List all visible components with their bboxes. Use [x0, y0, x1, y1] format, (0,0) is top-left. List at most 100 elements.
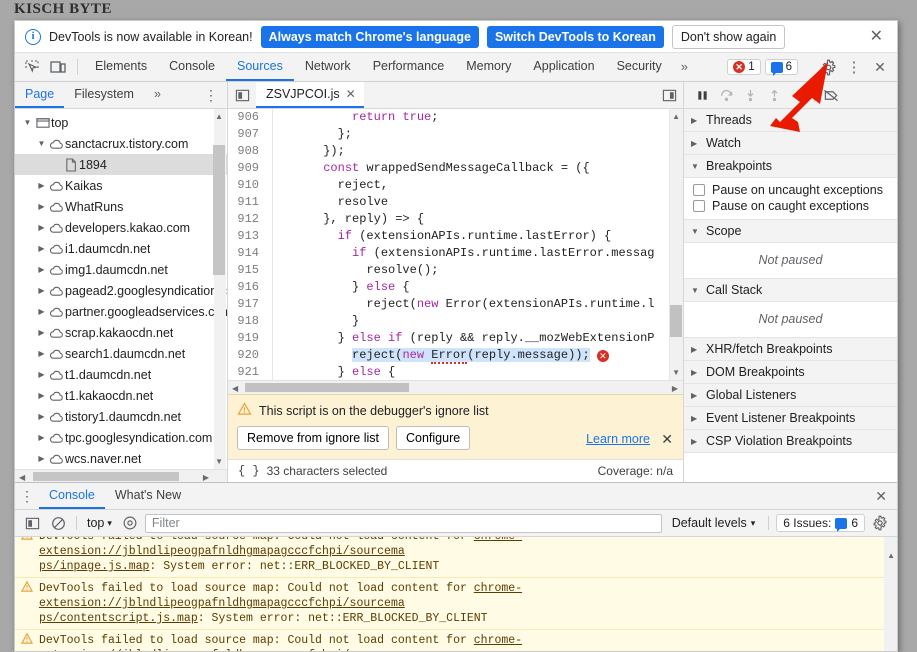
checkbox[interactable] [693, 200, 705, 212]
chevron-right-icon[interactable]: ▶ [35, 202, 48, 211]
chevron-down-icon[interactable]: ▼ [35, 139, 48, 148]
close-icon[interactable]: ✕ [864, 28, 889, 45]
editor-horizontal-scrollbar[interactable]: ◀ ▶ [228, 380, 683, 394]
breakpoint-checkbox-row[interactable]: Pause on caught exceptions [684, 198, 897, 214]
tree-item[interactable]: ▼ top [15, 112, 227, 133]
tab-security[interactable]: Security [606, 53, 673, 81]
chevron-down-icon[interactable]: ▼ [21, 118, 34, 127]
console-message[interactable]: DevTools failed to load source map: Coul… [15, 537, 897, 578]
editor-scroll-thumb[interactable] [670, 305, 682, 337]
deactivate-breakpoints-icon[interactable] [820, 84, 842, 106]
tree-item[interactable]: ▶ img1.daumcdn.net [15, 259, 227, 280]
remove-from-ignore-list-button[interactable]: Remove from ignore list [237, 426, 389, 450]
chevron-right-icon[interactable]: ▶ [35, 370, 48, 379]
tree-item[interactable]: ▶ i1.daumcdn.net [15, 238, 227, 259]
step-over-icon[interactable] [715, 84, 737, 106]
tree-item[interactable]: 1894 [15, 154, 227, 175]
scroll-down-icon[interactable]: ▼ [672, 368, 680, 377]
more-options-icon[interactable]: ⋮ [841, 58, 867, 76]
scroll-left-icon[interactable]: ◀ [19, 473, 25, 482]
tree-item[interactable]: ▶ t1.daumcdn.net [15, 364, 227, 385]
dont-show-again-button[interactable]: Don't show again [671, 24, 786, 49]
tree-item[interactable]: ▶ t1.kakaocdn.net [15, 385, 227, 406]
console-filter-input[interactable] [144, 513, 662, 533]
chevron-right-icon[interactable]: ▶ [35, 391, 48, 400]
console-levels-selector[interactable]: Default levels ▾ [666, 516, 762, 530]
scroll-right-icon[interactable]: ▶ [203, 473, 209, 482]
always-match-language-button[interactable]: Always match Chrome's language [260, 25, 479, 48]
navigator-more-icon[interactable]: ⋮ [196, 82, 227, 108]
tab-application[interactable]: Application [522, 53, 605, 81]
tree-item[interactable]: ▶ partner.googleadservices.com [15, 301, 227, 322]
console-message-list[interactable]: DevTools failed to load source map: Coul… [15, 537, 897, 651]
chevron-right-icon[interactable]: ▶ [35, 454, 48, 463]
debugger-section-header[interactable]: ▶ CSP Violation Breakpoints [684, 430, 897, 453]
clear-console-icon[interactable] [47, 512, 69, 534]
debugger-section-header[interactable]: ▶ XHR/fetch Breakpoints [684, 338, 897, 361]
tab-filesystem[interactable]: Filesystem [64, 82, 144, 108]
tree-item[interactable]: ▶ pagead2.googlesyndication.c [15, 280, 227, 301]
show-debugger-icon[interactable] [655, 88, 683, 103]
step-out-icon[interactable] [763, 84, 785, 106]
chevron-right-icon[interactable]: ▶ [35, 433, 48, 442]
switch-to-korean-button[interactable]: Switch DevTools to Korean [486, 25, 664, 48]
tree-item[interactable]: ▼ sanctacrux.tistory.com [15, 133, 227, 154]
message-count-badge[interactable]: 6 [764, 59, 798, 76]
console-message-link-2[interactable]: ps/inpage.js.map [39, 560, 149, 573]
console-context-selector[interactable]: top ▾ [84, 516, 115, 530]
console-sidebar-icon[interactable] [21, 512, 43, 534]
tree-item[interactable]: ▶ wcs.naver.net [15, 448, 227, 469]
console-vertical-scrollbar[interactable]: ▲ [884, 537, 897, 651]
navigator-overflow-icon[interactable]: » [144, 82, 171, 108]
chevron-right-icon[interactable]: ▶ [35, 265, 48, 274]
pause-icon[interactable] [691, 84, 713, 106]
tree-item[interactable]: ▶ tistory1.daumcdn.net [15, 406, 227, 427]
tab-sources[interactable]: Sources [225, 53, 294, 81]
more-tabs-icon[interactable]: » [673, 53, 696, 81]
gear-icon[interactable] [869, 512, 891, 534]
editor-tab-file[interactable]: ZSVJPCOI.js ✕ [256, 82, 364, 108]
tab-page[interactable]: Page [15, 82, 65, 108]
close-icon[interactable]: ✕ [346, 87, 356, 101]
chevron-right-icon[interactable]: ▶ [35, 223, 48, 232]
tab-network[interactable]: Network [294, 53, 362, 81]
tree-item[interactable]: ▶ developers.kakao.com [15, 217, 227, 238]
chevron-right-icon[interactable]: ▶ [35, 349, 48, 358]
close-devtools-icon[interactable]: ✕ [867, 59, 893, 76]
gear-icon[interactable] [815, 59, 841, 76]
console-message[interactable]: DevTools failed to load source map: Coul… [15, 578, 897, 630]
debugger-section-header[interactable]: ▶ Global Listeners [684, 384, 897, 407]
drawer-tab-whats-new[interactable]: What's New [105, 483, 191, 509]
step-into-icon[interactable] [739, 84, 761, 106]
breakpoint-checkbox-row[interactable]: Pause on uncaught exceptions [684, 182, 897, 198]
scroll-left-icon[interactable]: ◀ [232, 384, 238, 393]
debugger-section-header[interactable]: ▼ Breakpoints [684, 155, 897, 178]
learn-more-link[interactable]: Learn more [586, 432, 650, 446]
debugger-section-header[interactable]: ▼ Call Stack [684, 279, 897, 302]
tree-item[interactable]: ▶ search1.daumcdn.net [15, 343, 227, 364]
configure-ignore-list-button[interactable]: Configure [396, 426, 471, 450]
issues-badge[interactable]: 6 Issues: 6 [776, 514, 865, 532]
debugger-section-header[interactable]: ▶ DOM Breakpoints [684, 361, 897, 384]
navigator-horizontal-scrollbar[interactable]: ◀ ▶ [15, 469, 227, 482]
tab-console[interactable]: Console [158, 53, 226, 81]
tree-item[interactable]: ▶ scrap.kakaocdn.net [15, 322, 227, 343]
navigator-scroll-thumb[interactable] [213, 145, 225, 275]
editor-hscroll-thumb[interactable] [245, 383, 409, 392]
navigator-hscroll-thumb[interactable] [33, 472, 179, 481]
chevron-right-icon[interactable]: ▶ [35, 412, 48, 421]
pretty-print-icon[interactable]: { } [238, 464, 260, 478]
scroll-right-icon[interactable]: ▶ [672, 384, 678, 393]
console-message[interactable]: DevTools failed to load source map: Coul… [15, 630, 897, 651]
inspect-element-icon[interactable] [19, 53, 45, 81]
drawer-more-icon[interactable]: ⋮ [15, 483, 39, 509]
debugger-section-header[interactable]: ▶ Threads [684, 109, 897, 132]
scroll-down-icon[interactable]: ▼ [215, 457, 223, 466]
debugger-section-header[interactable]: ▶ Watch [684, 132, 897, 155]
debugger-section-header[interactable]: ▶ Event Listener Breakpoints [684, 407, 897, 430]
step-icon[interactable] [787, 84, 809, 106]
tree-item[interactable]: ▶ WhatRuns [15, 196, 227, 217]
tree-item[interactable]: ▶ Kaikas [15, 175, 227, 196]
show-navigator-icon[interactable] [228, 82, 256, 108]
chevron-right-icon[interactable]: ▶ [35, 181, 48, 190]
